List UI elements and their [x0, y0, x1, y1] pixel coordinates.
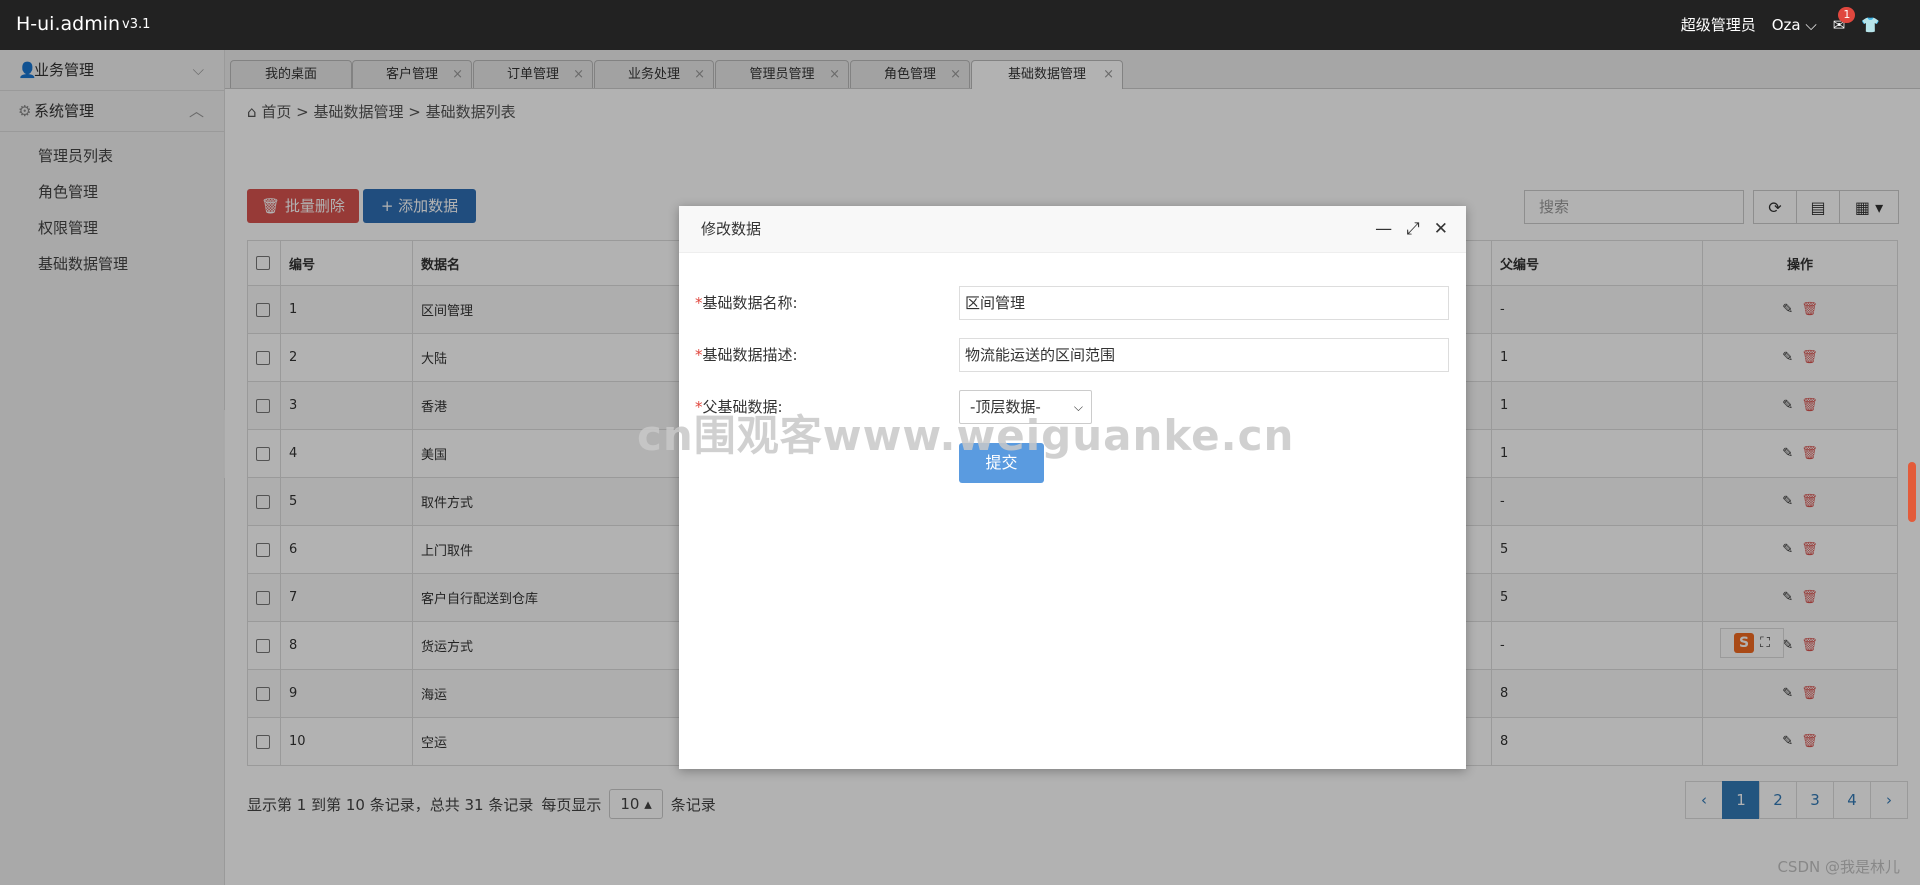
user-menu[interactable]: Oza ⌵	[1772, 16, 1817, 34]
field-label: 基础数据名称:	[702, 294, 798, 312]
desc-label: *基础数据描述:	[695, 344, 798, 365]
mail-badge: 1	[1838, 6, 1856, 23]
skin-icon[interactable]: 👕	[1861, 16, 1880, 34]
close-icon[interactable]: ✕	[1434, 206, 1448, 252]
brand-version: v3.1	[122, 17, 151, 32]
modal-header: 修改数据 — ⤢ ✕	[679, 206, 1466, 253]
mail-icon[interactable]: ✉ 1	[1833, 6, 1856, 34]
brand-logo[interactable]: H-ui.admin	[16, 13, 120, 35]
maximize-icon[interactable]: ⤢	[1406, 206, 1420, 252]
minimize-icon[interactable]: —	[1375, 206, 1392, 252]
user-role: 超级管理员	[1680, 16, 1756, 34]
required-mark: *	[695, 294, 703, 312]
top-bar: H-ui.admin v3.1 超级管理员 Oza ⌵ ✉ 1 👕	[0, 0, 1920, 50]
chevron-down-icon: ⌵	[1805, 15, 1817, 34]
scrollbar-thumb[interactable]	[1908, 462, 1916, 522]
name-field[interactable]: 区间管理	[959, 286, 1449, 320]
user-area: 超级管理员 Oza ⌵ ✉ 1 👕	[1680, 6, 1880, 35]
desc-field[interactable]: 物流能运送的区间范围	[959, 338, 1449, 372]
modal-controls: — ⤢ ✕	[1375, 206, 1448, 252]
field-label: 基础数据描述:	[702, 346, 798, 364]
credit-text: CSDN @我是林儿	[1777, 858, 1900, 876]
user-name: Oza	[1771, 15, 1801, 34]
name-label: *基础数据名称:	[695, 292, 798, 313]
required-mark: *	[695, 346, 703, 364]
edit-data-modal: 修改数据 — ⤢ ✕ *基础数据名称: 区间管理 *基础数据描述: 物流能运送的…	[679, 206, 1466, 769]
watermark: cn围观客www.weiguanke.cn	[637, 411, 1295, 460]
modal-title: 修改数据	[701, 220, 762, 238]
